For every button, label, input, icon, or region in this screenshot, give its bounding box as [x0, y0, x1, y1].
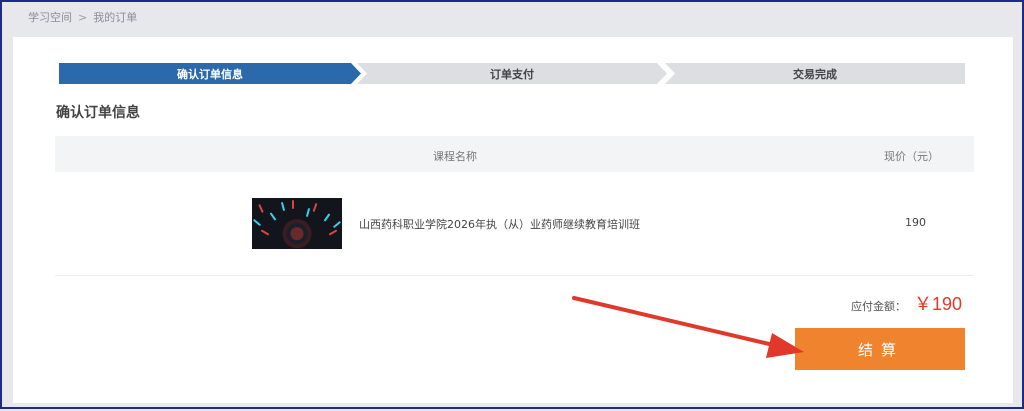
table-row: 山西药科职业学院2026年执（从）业药师继续教育培训班 190: [55, 172, 974, 276]
column-header-course-name: 课程名称: [433, 150, 477, 163]
step-complete: 交易完成: [665, 63, 965, 84]
total-label: 应付金额：: [851, 300, 906, 313]
order-steps: 确认订单信息 订单支付 交易完成: [59, 63, 965, 84]
section-title: 确认订单信息: [56, 105, 140, 121]
order-card: 确认订单信息 订单支付 交易完成 确认订单信息 课程名称 现价（元） 山西药科职…: [13, 37, 1013, 403]
step-payment: 订单支付: [357, 63, 667, 84]
course-thumbnail: [252, 198, 342, 249]
checkout-button[interactable]: 结算: [795, 328, 965, 370]
course-price: 190: [905, 216, 926, 229]
breadcrumb-separator: >: [78, 10, 88, 24]
table-header: 课程名称 现价（元）: [55, 136, 974, 172]
course-name-link[interactable]: 山西药科职业学院2026年执（从）业药师继续教育培训班: [359, 216, 640, 232]
step-confirm-order: 确认订单信息: [59, 63, 361, 84]
column-header-price: 现价（元）: [884, 150, 939, 163]
breadcrumb: 学习空间 > 我的订单: [28, 9, 137, 25]
total-amount: ￥190: [914, 294, 963, 314]
breadcrumb-current: 我的订单: [93, 11, 138, 24]
breadcrumb-root-link[interactable]: 学习空间: [28, 9, 72, 25]
